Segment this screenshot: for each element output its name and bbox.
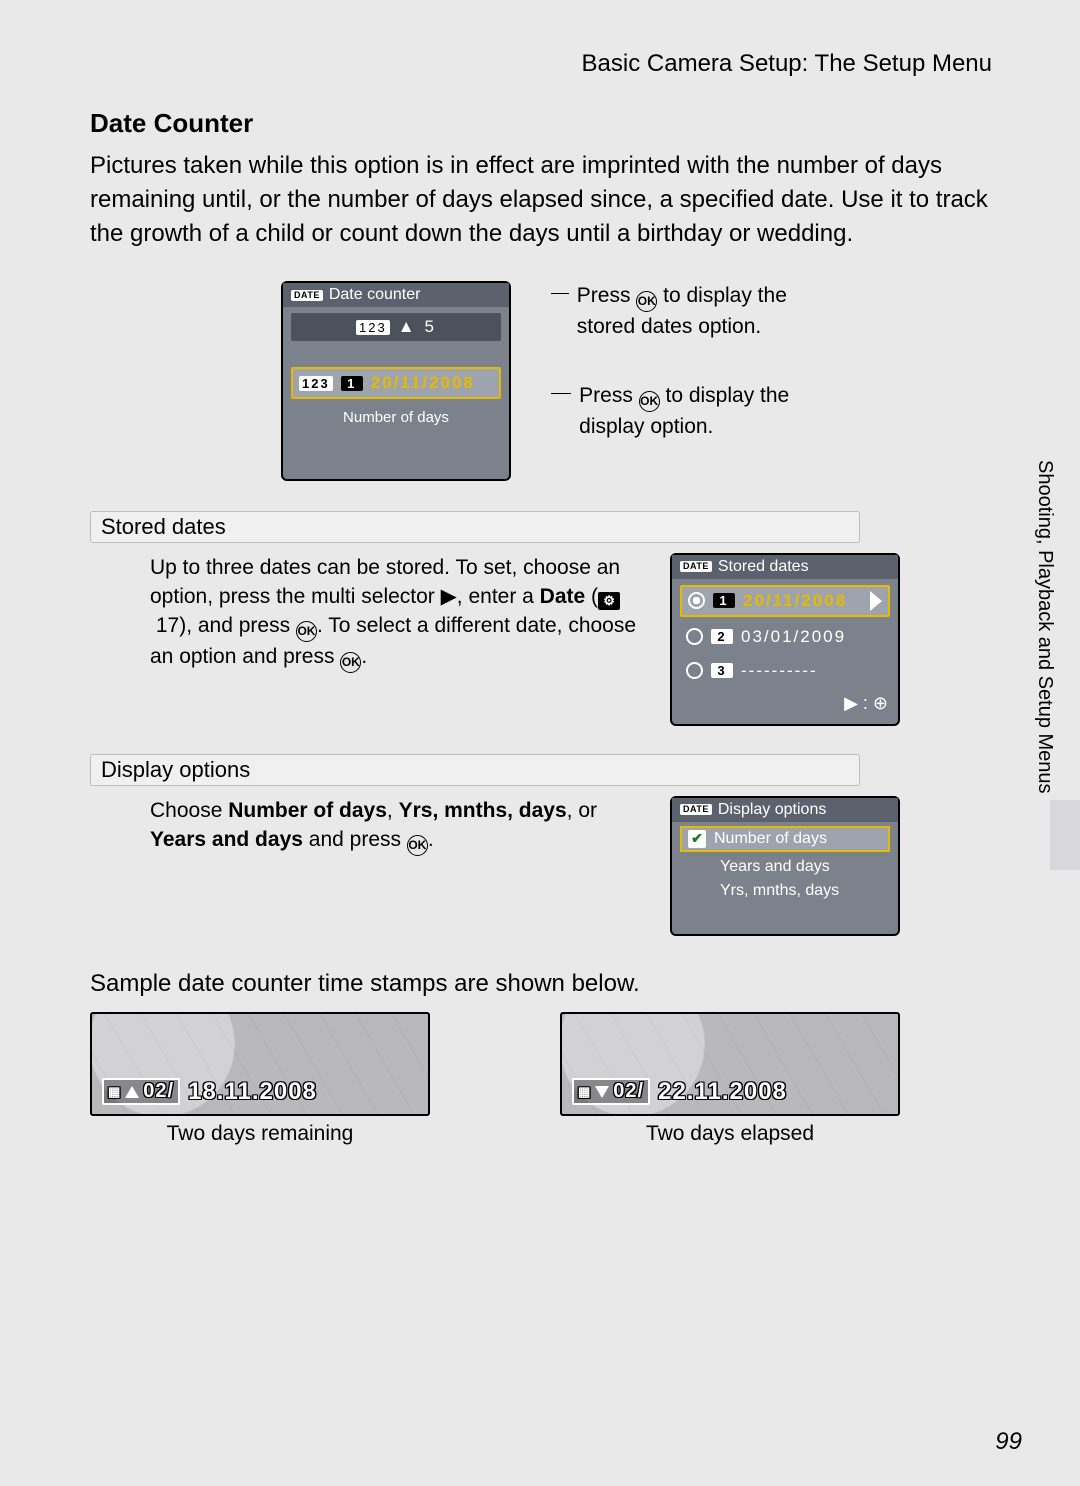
section-intro: Pictures taken while this option is in e… xyxy=(90,149,1022,251)
stamp-value: 02/ xyxy=(613,1080,644,1103)
display-options-heading: Display options xyxy=(90,754,860,786)
slot-number: 2 xyxy=(711,629,733,644)
radio-selected-icon xyxy=(688,592,705,609)
radio-icon xyxy=(686,662,703,679)
ok-icon: OK xyxy=(407,835,428,856)
samples-intro: Sample date counter time stamps are show… xyxy=(90,970,1022,998)
lcd-title: Date counter xyxy=(329,287,421,303)
lcd-footer-label: Number of days xyxy=(343,409,449,426)
triangle-down-icon xyxy=(595,1086,609,1098)
date-stamp-icon: ▦ xyxy=(108,1084,121,1100)
check-icon: ✔ xyxy=(688,830,706,848)
slot-number: 1 xyxy=(713,593,735,608)
date-stamp-icon: ▦ xyxy=(578,1084,591,1100)
counter-icon: 123 xyxy=(356,320,390,335)
lcd-title: Display options xyxy=(718,802,827,818)
ref-icon: ⚙ xyxy=(598,592,620,610)
sample-stamp-remaining: ▦ 02/ 18.11.2008 xyxy=(90,1012,430,1116)
ok-icon: OK xyxy=(296,621,317,642)
section-title: Date Counter xyxy=(90,108,1022,139)
sample-stamp-elapsed: ▦ 02/ 22.11.2008 xyxy=(560,1012,900,1116)
stored-dates-text: Up to three dates can be stored. To set,… xyxy=(150,553,650,726)
page-header: Basic Camera Setup: The Setup Menu xyxy=(90,50,992,78)
annotation-top: Press OK to display the stored dates opt… xyxy=(577,281,831,343)
date-icon: DATE xyxy=(680,561,712,572)
radio-icon xyxy=(686,628,703,645)
stamp-date: 22.11.2008 xyxy=(658,1078,787,1106)
stored-date-2: 03/01/2009 xyxy=(741,627,846,647)
slot-number-1: 1 xyxy=(341,376,363,391)
side-thumb-tab xyxy=(1050,800,1080,870)
counter-value: 5 xyxy=(425,317,436,337)
triangle-up-icon xyxy=(125,1086,139,1098)
stored-date-1: 20/11/2008 xyxy=(743,591,847,611)
calendar-icon: 123 xyxy=(299,376,333,391)
lcd-title: Stored dates xyxy=(718,559,809,575)
date-icon: DATE xyxy=(680,804,712,815)
display-option-3: Yrs, mnths, days xyxy=(680,880,890,902)
slot-number: 3 xyxy=(711,663,733,678)
display-options-text: Choose Number of days, Yrs, mnths, days,… xyxy=(150,796,650,936)
ok-icon: OK xyxy=(639,391,660,412)
stamp-value: 02/ xyxy=(143,1080,174,1103)
page-number: 99 xyxy=(995,1428,1022,1456)
annotation-bottom: Press OK to display the display option. xyxy=(579,381,831,443)
ok-icon: OK xyxy=(636,291,657,312)
chevron-right-icon xyxy=(870,591,882,611)
lcd-footer-icons: ▶ : ⊕ xyxy=(672,691,898,716)
lcd-date-counter: DATE Date counter 123 ▲ 5 123 1 20/11/20… xyxy=(281,281,511,480)
lcd-stored-dates: DATE Stored dates 1 20/11/2008 2 03/01/2… xyxy=(670,553,900,726)
side-section-label: Shooting, Playback and Setup Menus xyxy=(1033,460,1056,794)
ok-icon: OK xyxy=(340,652,361,673)
display-option-2: Years and days xyxy=(680,856,890,878)
stored-dates-heading: Stored dates xyxy=(90,511,860,543)
up-arrow-icon: ▲ xyxy=(398,317,417,337)
selected-date: 20/11/2008 xyxy=(371,373,475,393)
date-icon: DATE xyxy=(291,290,323,301)
display-option-1: Number of days xyxy=(714,830,827,848)
stored-date-3: ---------- xyxy=(741,661,818,681)
stamp-caption-right: Two days elapsed xyxy=(560,1122,900,1146)
lcd-display-options: DATE Display options ✔ Number of days Ye… xyxy=(670,796,900,936)
stamp-date: 18.11.2008 xyxy=(188,1078,317,1106)
stamp-caption-left: Two days remaining xyxy=(90,1122,430,1146)
